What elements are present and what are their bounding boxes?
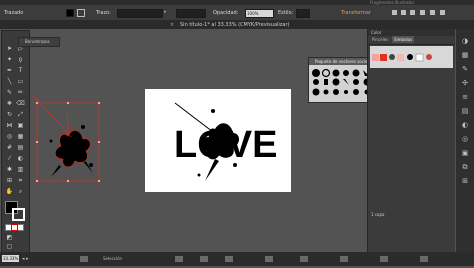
transform-link[interactable]: Transformar: [341, 10, 371, 16]
gradient-icon[interactable]: ▤: [460, 107, 470, 115]
love-splash-artwork[interactable]: LOVE: [145, 89, 291, 192]
gradient-tool-icon[interactable]: ▤: [16, 144, 25, 151]
symbols-icon[interactable]: ✣: [460, 79, 470, 87]
artboard[interactable]: LOVE: [145, 89, 291, 192]
paintbrush-icon[interactable]: ✎: [5, 89, 14, 96]
stroke-swatch[interactable]: [77, 9, 85, 17]
artboard-tool-icon[interactable]: ⊞: [5, 177, 14, 184]
draw-mode-icon[interactable]: ◩: [5, 234, 14, 241]
current-tool-label: Selección: [103, 256, 123, 261]
perspective-grid-icon[interactable]: ▦: [16, 133, 25, 140]
opacity-field[interactable]: 100%: [245, 9, 274, 18]
taskbar: [0, 252, 474, 266]
stroke-color-box[interactable]: [12, 208, 25, 221]
tab-symbols[interactable]: Símbolos: [392, 36, 415, 43]
pen-tool-icon[interactable]: ✒: [5, 67, 14, 74]
symbols-swatch-area[interactable]: [370, 46, 453, 68]
stroke-weight-field[interactable]: [117, 9, 163, 18]
style-label: Estilo:: [278, 10, 294, 16]
dock-icon-strip: ◑ ▦ ✎ ✣ ≡ ▤ ◐ ◎ ▣ ⧉ ⊞: [456, 29, 474, 252]
document-tab[interactable]: Sin título-1* al 33.33% (CMYK/Previsuali…: [180, 22, 290, 28]
dock-tab-row: Pinceles Símbolos: [368, 36, 455, 45]
swatches-icon[interactable]: ▦: [460, 51, 470, 59]
selected-splash-artwork[interactable]: [33, 91, 103, 209]
stroke-icon[interactable]: ≡: [460, 93, 470, 101]
color-panel-icon[interactable]: ◑: [460, 37, 470, 45]
stroke-label: Trazo:: [96, 10, 111, 16]
free-transform-icon[interactable]: ▣: [16, 122, 25, 129]
zoom-tool-icon[interactable]: ⌕: [16, 188, 25, 195]
lasso-icon[interactable]: ϙ: [16, 56, 25, 63]
graph-tool-icon[interactable]: ▥: [16, 166, 25, 173]
dock-header-label: Color: [371, 30, 382, 35]
artboards-icon[interactable]: ⊞: [460, 177, 470, 185]
brush-panel-header[interactable]: Bencetrazos: [18, 37, 60, 47]
screen-mode-icon[interactable]: ▢: [5, 243, 14, 250]
chevron-down-icon[interactable]: ▾: [164, 9, 166, 14]
hand-tool-icon[interactable]: ✋: [5, 188, 14, 195]
mesh-tool-icon[interactable]: #: [5, 144, 14, 151]
selection-tool-icon[interactable]: ➤: [5, 45, 14, 52]
align-controls[interactable]: [390, 9, 450, 16]
eyedropper-icon[interactable]: ⁄: [5, 155, 14, 162]
brush-definition-field[interactable]: [176, 9, 206, 18]
rectangle-tool-icon[interactable]: ▭: [16, 78, 25, 85]
scale-tool-icon[interactable]: ⤢: [16, 111, 25, 118]
blend-tool-icon[interactable]: ◐: [16, 155, 25, 162]
opacity-label: Opacidad:: [213, 10, 239, 16]
tools-panel: ➤ ▷ ✦ ϙ ✒ T ╲ ▭ ✎ ✏ ❖ ⌫ ↻ ⤢ ⋈ ▣ ◎ ▦ # ▤ …: [1, 30, 30, 254]
fill-swatch[interactable]: [66, 9, 74, 17]
line-tool-icon[interactable]: ╲: [5, 78, 14, 85]
right-dock: Color Pinceles Símbolos 1 capa: [367, 29, 455, 252]
tab-brushes[interactable]: Pinceles: [372, 37, 388, 42]
gradient-swatch[interactable]: [17, 224, 24, 231]
none-swatch[interactable]: [11, 224, 18, 231]
brushes-icon[interactable]: ✎: [460, 65, 470, 73]
zoom-field[interactable]: 33.33%: [2, 255, 19, 262]
eraser-icon[interactable]: ⌫: [16, 100, 25, 107]
layers-icon[interactable]: ⧉: [460, 163, 470, 171]
selection-label: Trazado: [4, 10, 24, 16]
close-icon[interactable]: ×: [170, 22, 174, 28]
symbol-sprayer-icon[interactable]: ✱: [5, 166, 14, 173]
style-swatch[interactable]: [296, 9, 310, 18]
document-tab-bar: Sin título-1* al 33.33% (CMYK/Previsuali…: [0, 21, 474, 29]
slice-tool-icon[interactable]: ⌗: [16, 177, 25, 184]
layers-count: 1 capa: [371, 212, 385, 217]
status-bar: 33.33% ◂ ▸ Selección: [0, 252, 474, 266]
graphic-styles-icon[interactable]: ▣: [460, 149, 470, 157]
width-tool-icon[interactable]: ⋈: [5, 122, 14, 129]
rotate-tool-icon[interactable]: ↻: [5, 111, 14, 118]
shape-builder-icon[interactable]: ◎: [5, 133, 14, 140]
type-tool-icon[interactable]: T: [16, 67, 25, 74]
transparency-icon[interactable]: ◐: [460, 121, 470, 129]
blob-brush-icon[interactable]: ❖: [5, 100, 14, 107]
control-bar: Trazado Trazo: ▾ Opacidad: 100% Estilo: …: [0, 5, 474, 21]
artboard-nav-icon[interactable]: ◂ ▸: [22, 256, 29, 262]
magic-wand-icon[interactable]: ✦: [5, 56, 14, 63]
pencil-icon[interactable]: ✏: [16, 89, 25, 96]
brush-panel-label: Bencetrazos: [25, 39, 50, 44]
dock-header: Color: [368, 29, 455, 36]
appearance-icon[interactable]: ◎: [460, 135, 470, 143]
